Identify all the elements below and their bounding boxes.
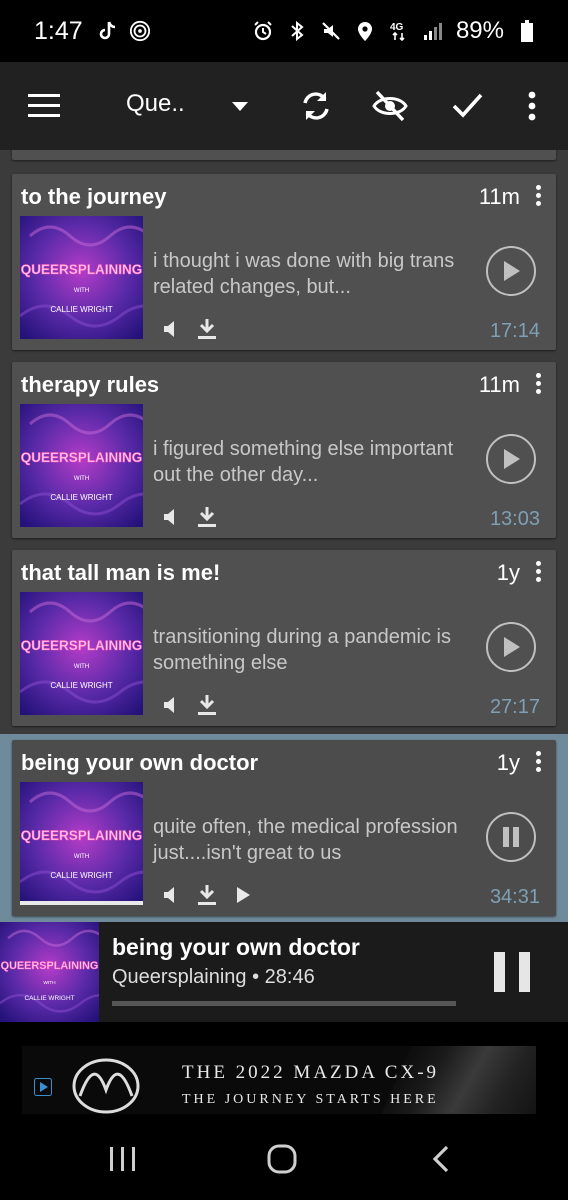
mini-player-title[interactable]: being your own doctor [112, 934, 360, 961]
mini-player-subtitle[interactable]: Queersplaining • 28:46 [112, 966, 315, 989]
more-icon[interactable] [536, 373, 542, 395]
episode-duration: 17:14 [489, 320, 540, 342]
mini-player[interactable]: QUEERSPLAINING WITH CALLIE WRIGHT being … [0, 922, 568, 1022]
alarm-icon [252, 20, 274, 42]
download-icon[interactable] [196, 694, 218, 716]
cover-art[interactable]: QUEERSPLAINING WITH CALLIE WRIGHT [0, 922, 122, 1022]
ad-headline: THE 2022 MAZDA CX-9 [182, 1062, 440, 1083]
more-icon[interactable] [512, 86, 552, 126]
check-icon[interactable] [447, 86, 487, 126]
hamburger-menu-icon[interactable] [28, 94, 60, 118]
volume-icon[interactable] [160, 318, 182, 340]
cover-art: QUEERSPLAINING WITH CALLIE WRIGHT [19, 592, 171, 715]
battery-percent: 89% [455, 17, 504, 44]
download-icon[interactable] [196, 884, 218, 906]
art-host-text: CALLIE WRIGHT [50, 681, 112, 690]
mute-icon [320, 20, 342, 42]
art-with-text: WITH [74, 854, 89, 860]
episode-card[interactable]: to the journey 11m QUEERSPLAINING WITH C… [12, 174, 556, 350]
episode-duration: 27:17 [489, 696, 540, 718]
art-title-text: QUEERSPLAINING [21, 450, 143, 465]
art-title-text: QUEERSPLAINING [21, 638, 143, 653]
bluetooth-icon [286, 20, 308, 42]
art-with-text: WITH [74, 288, 89, 294]
episode-title: that tall man is me! [21, 560, 221, 585]
more-icon[interactable] [536, 185, 542, 207]
episode-age: 11m [478, 184, 520, 209]
status-time: 1:47 [34, 16, 83, 45]
download-icon[interactable] [196, 318, 218, 340]
system-navbar [0, 1114, 568, 1200]
cover-art: QUEERSPLAINING WITH CALLIE WRIGHT [19, 782, 171, 905]
back-icon[interactable] [430, 1144, 452, 1174]
episode-age: 11m [478, 372, 520, 397]
art-title-text: QUEERSPLAINING [1, 960, 99, 972]
play-icon [504, 449, 520, 469]
episode-list[interactable]: to the journey 11m QUEERSPLAINING WITH C… [0, 150, 568, 922]
svg-text:4G: 4G [390, 22, 404, 33]
episode-age: 1y [496, 560, 520, 585]
episode-title: to the journey [21, 184, 167, 209]
episode-progress-bar [20, 901, 143, 905]
recents-icon[interactable] [108, 1144, 138, 1174]
art-title-text: QUEERSPLAINING [21, 262, 143, 277]
now-playing-icon [232, 884, 254, 906]
cover-art: QUEERSPLAINING WITH CALLIE WRIGHT [19, 216, 171, 339]
ad-banner[interactable]: THE 2022 MAZDA CX-9 THE JOURNEY STARTS H… [0, 1022, 568, 1126]
battery-icon [516, 20, 538, 42]
adchoices-icon[interactable] [34, 1078, 52, 1096]
episode-duration: 13:03 [489, 508, 540, 530]
hide-icon[interactable] [370, 86, 410, 126]
4g-icon: 4G [388, 20, 410, 42]
signal-icon [422, 20, 444, 42]
download-icon[interactable] [196, 506, 218, 528]
toolbar: Que.. [0, 62, 568, 150]
queue-title[interactable]: Que.. [126, 90, 185, 118]
art-host-text: CALLIE WRIGHT [50, 493, 112, 502]
episode-age: 1y [496, 750, 520, 775]
pause-icon [503, 827, 519, 847]
pause-button[interactable] [486, 812, 536, 862]
volume-icon[interactable] [160, 506, 182, 528]
art-title-text: QUEERSPLAINING [21, 828, 143, 843]
episode-card-partial[interactable] [12, 150, 556, 160]
cover-art: QUEERSPLAINING WITH CALLIE WRIGHT [19, 404, 171, 527]
play-button[interactable] [486, 246, 536, 296]
more-icon[interactable] [536, 751, 542, 773]
art-host-text: CALLIE WRIGHT [50, 305, 112, 314]
play-button[interactable] [486, 622, 536, 672]
mini-player-progress-bar[interactable] [112, 1001, 456, 1006]
episode-duration: 34:31 [489, 886, 540, 908]
ad-tagline: THE JOURNEY STARTS HERE [182, 1092, 439, 1107]
episode-title: therapy rules [21, 372, 160, 397]
art-with-text: WITH [43, 980, 56, 986]
more-icon[interactable] [536, 561, 542, 583]
episode-description: i thought i was done with big trans rela… [153, 250, 455, 298]
volume-icon[interactable] [160, 694, 182, 716]
tiktok-icon [97, 20, 119, 42]
episode-title: being your own doctor [21, 750, 259, 775]
volume-icon[interactable] [160, 884, 182, 906]
mazda-logo [72, 1058, 140, 1114]
art-with-text: WITH [74, 476, 89, 482]
art-host-text: CALLIE WRIGHT [50, 871, 112, 880]
play-icon [504, 261, 520, 281]
play-button[interactable] [486, 434, 536, 484]
episode-card-playing[interactable]: being your own doctor 1y QUEERSPLAINING … [12, 740, 556, 916]
episode-description: i figured something else important out t… [153, 438, 454, 486]
refresh-icon[interactable] [296, 86, 336, 126]
episode-description: transitioning during a pandemic is somet… [153, 626, 451, 674]
episode-card[interactable]: that tall man is me! 1y QUEERSPLAINING W… [12, 550, 556, 726]
episode-card[interactable]: therapy rules 11m QUEERSPLAINING WITH CA… [12, 362, 556, 538]
home-icon[interactable] [266, 1144, 298, 1174]
status-bar: 1:47 4G 89% [0, 0, 568, 62]
dropdown-caret-icon[interactable] [232, 102, 248, 111]
location-icon [354, 20, 376, 42]
episode-description: quite often, the medical profession just… [153, 816, 458, 864]
play-icon [504, 637, 520, 657]
hotspot-icon [129, 20, 151, 42]
pause-button[interactable] [494, 952, 530, 992]
art-with-text: WITH [74, 664, 89, 670]
art-host-text: CALLIE WRIGHT [24, 995, 74, 1002]
